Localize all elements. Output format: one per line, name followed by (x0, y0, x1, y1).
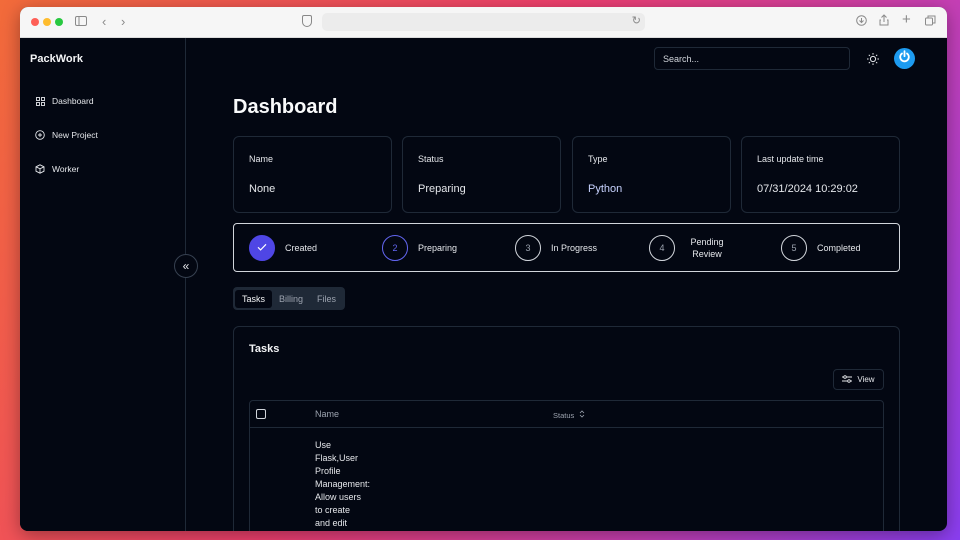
card-value: Preparing (418, 183, 466, 195)
step-completed: 5 Completed (781, 235, 861, 261)
page-title: Dashboard (233, 96, 338, 118)
card-value: Python (588, 183, 623, 195)
back-icon[interactable]: ‹ (102, 14, 106, 30)
task-name-cell: Use Flask,User Profile Management: Allow… (315, 440, 371, 528)
tab-billing[interactable]: Billing (272, 290, 310, 308)
view-options-button[interactable]: View (833, 369, 884, 390)
view-button-label: View (857, 375, 875, 384)
card-value: None (249, 183, 276, 195)
check-icon (256, 241, 268, 255)
maximize-window-button[interactable] (55, 18, 63, 26)
step-in-progress: 3 In Progress (515, 235, 597, 261)
step-label: In Progress (551, 243, 598, 253)
card-label: Last update time (757, 154, 824, 164)
close-window-button[interactable] (31, 18, 39, 26)
sidebar: PackWork Dashboard New Project Worker (20, 38, 186, 531)
step-label: Pending Review (690, 237, 724, 259)
shield-icon (302, 15, 312, 27)
step-label: Completed (817, 243, 861, 253)
grid-icon (35, 96, 45, 106)
power-icon (898, 49, 911, 68)
address-bar[interactable]: ↻ (322, 13, 645, 31)
box-icon (35, 164, 45, 174)
search-input[interactable] (654, 47, 850, 70)
tabs-overview-icon[interactable] (925, 14, 936, 30)
sidebar-item-dashboard[interactable]: Dashboard (35, 93, 94, 109)
tab-bar: Tasks Billing Files (233, 287, 346, 310)
reload-icon[interactable]: ↻ (632, 14, 641, 27)
browser-toolbar: ‹ › ↻ + (20, 7, 947, 38)
sidebar-item-label: Worker (52, 164, 80, 174)
forward-icon[interactable]: › (121, 14, 125, 30)
tasks-table: Name Status Use Flask,User Profile Manag… (249, 400, 884, 531)
info-card-last-update: Last update time 07/31/2024 10:29:02 (741, 136, 900, 213)
sliders-icon (842, 374, 853, 385)
step-circle: 3 (515, 235, 541, 261)
step-created: Created (249, 235, 317, 261)
card-value: 07/31/2024 10:29:02 (757, 183, 858, 195)
step-pending-review: 4 Pending Review (649, 235, 727, 261)
step-label: Created (285, 243, 318, 253)
tasks-title: Tasks (249, 343, 280, 355)
info-card-name: Name None (233, 136, 392, 213)
main-content: Dashboard Name None Status Preparing Typ… (186, 38, 947, 531)
info-card-status: Status Preparing (402, 136, 561, 213)
sidebar-item-label: Dashboard (52, 96, 94, 106)
sun-icon[interactable] (866, 52, 880, 66)
tasks-panel: Tasks View Name Status Use Flask,User Pr… (233, 326, 900, 531)
card-label: Type (588, 154, 608, 164)
new-tab-icon[interactable]: + (902, 12, 911, 28)
plus-circle-icon (35, 130, 45, 140)
column-header-name: Name (315, 409, 340, 419)
step-circle: 5 (781, 235, 807, 261)
select-all-checkbox[interactable] (256, 409, 266, 419)
browser-window: ‹ › ↻ + PackWork Dashboard New Project W… (20, 7, 947, 531)
sidebar-toggle-icon[interactable] (75, 14, 87, 30)
double-chevron-left-icon: « (182, 259, 190, 273)
collapse-sidebar-button[interactable]: « (174, 254, 198, 278)
step-preparing: 2 Preparing (382, 235, 457, 261)
step-label: Preparing (418, 243, 458, 253)
sidebar-item-label: New Project (52, 130, 98, 140)
sidebar-item-new-project[interactable]: New Project (35, 127, 98, 143)
tab-tasks[interactable]: Tasks (235, 289, 273, 308)
share-icon[interactable] (879, 14, 889, 30)
tab-files[interactable]: Files (310, 290, 343, 308)
table-header: Name Status (250, 401, 883, 428)
step-circle: 2 (382, 235, 408, 261)
download-icon[interactable] (856, 14, 867, 30)
avatar[interactable] (894, 48, 915, 69)
info-card-type: Type Python (572, 136, 731, 213)
progress-stepper: Created 2 Preparing 3 In Progress 4 Pend… (233, 223, 900, 272)
sidebar-item-worker[interactable]: Worker (35, 161, 79, 177)
brand-logo: PackWork (30, 53, 83, 65)
column-header-status[interactable]: Status (553, 410, 585, 420)
step-circle (249, 235, 275, 261)
column-header-label: Status (553, 410, 575, 420)
sort-icon (579, 410, 585, 420)
step-circle: 4 (649, 235, 675, 261)
minimize-window-button[interactable] (43, 18, 51, 26)
card-label: Status (418, 154, 444, 164)
card-label: Name (249, 154, 274, 164)
